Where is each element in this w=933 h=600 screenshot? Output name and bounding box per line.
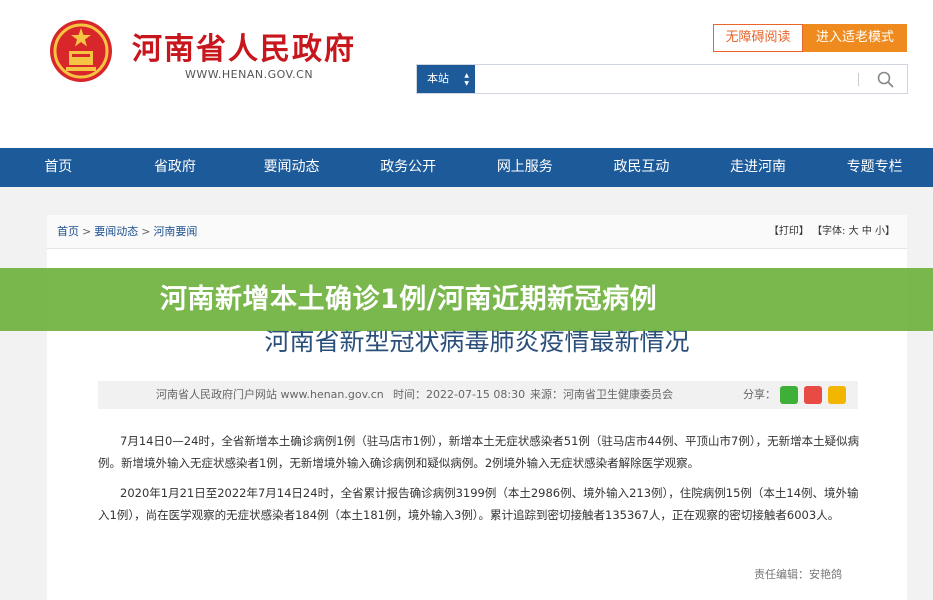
search-divider [858,73,859,86]
elder-mode-button[interactable]: 进入适老模式 [803,24,907,52]
font-size-close: 】 [885,226,895,237]
weibo-share-icon[interactable] [804,386,822,404]
nav-item-home[interactable]: 首页 [0,148,117,187]
search-input[interactable] [475,65,855,93]
search-scope-label: 本站 [427,72,449,85]
national-emblem-icon [50,20,112,82]
nav-item-about-henan[interactable]: 走进河南 [700,148,817,187]
nav-item-affairs[interactable]: 政务公开 [350,148,467,187]
breadcrumb-bar: 首页 > 要闻动态 > 河南要闻 【打印】 【字体: 大 中 小】 [47,215,907,249]
wechat-share-icon[interactable] [780,386,798,404]
article-origin: 来源：河南省卫生健康委员会 [530,388,673,401]
article-meta: 河南省人民政府门户网站 www.henan.gov.cn 时间：2022-07-… [98,381,858,409]
font-small-button[interactable]: 小 [875,226,885,237]
nav-item-online-services[interactable]: 网上服务 [467,148,584,187]
search-icon[interactable] [875,69,897,91]
article-source: 河南省人民政府门户网站 www.henan.gov.cn [156,388,384,401]
qzone-share-icon[interactable] [828,386,846,404]
share-label: 分享： [743,388,776,401]
accessibility-button[interactable]: 无障碍阅读 [713,24,803,52]
headline-banner-text: 河南新增本土确诊1例/河南近期新冠病例 [160,284,658,315]
breadcrumb-separator: > [82,225,92,238]
print-button[interactable]: 【打印】 [769,226,809,237]
breadcrumb-home[interactable]: 首页 [57,225,79,238]
breadcrumb-news[interactable]: 要闻动态 [94,225,138,238]
font-medium-button[interactable]: 中 [862,226,872,237]
search-bar: 本站 ▲ ▼ [416,64,908,94]
article-tools: 【打印】 【字体: 大 中 小】 [769,215,895,248]
breadcrumb-separator: > [141,225,151,238]
search-scope-select[interactable]: 本站 ▲ ▼ [417,65,475,93]
site-url: WWW.HENAN.GOV.CN [185,68,314,81]
article-paragraph-1: 7月14日0—24时，全省新增本土确诊病例1例（驻马店市1例），新增本土无症状感… [98,434,860,470]
article-time: 时间：2022-07-15 08:30 [393,388,526,401]
nav-item-news[interactable]: 要闻动态 [233,148,350,187]
nav-item-interaction[interactable]: 政民互动 [583,148,700,187]
breadcrumb-henan-news[interactable]: 河南要闻 [153,225,197,238]
site-header: 河南省人民政府 WWW.HENAN.GOV.CN 无障碍阅读 进入适老模式 本站… [0,0,933,148]
article-paragraph-2: 2020年1月21日至2022年7月14日24时，全省累计报告确诊病例3199例… [98,486,859,522]
article-editor: 责任编辑：安艳鸽 [754,568,842,581]
updown-arrow-icon: ▲ ▼ [464,72,469,87]
site-title[interactable]: 河南省人民政府 [132,24,356,68]
font-large-button[interactable]: 大 [849,226,859,237]
nav-item-government[interactable]: 省政府 [117,148,234,187]
font-size-label: 【字体: [812,226,846,237]
headline-banner: 河南新增本土确诊1例/河南近期新冠病例 [0,268,933,331]
nav-item-topics[interactable]: 专题专栏 [816,148,933,187]
breadcrumb: 首页 > 要闻动态 > 河南要闻 [57,215,197,248]
main-nav: 首页 省政府 要闻动态 政务公开 网上服务 政民互动 走进河南 专题专栏 [0,148,933,187]
